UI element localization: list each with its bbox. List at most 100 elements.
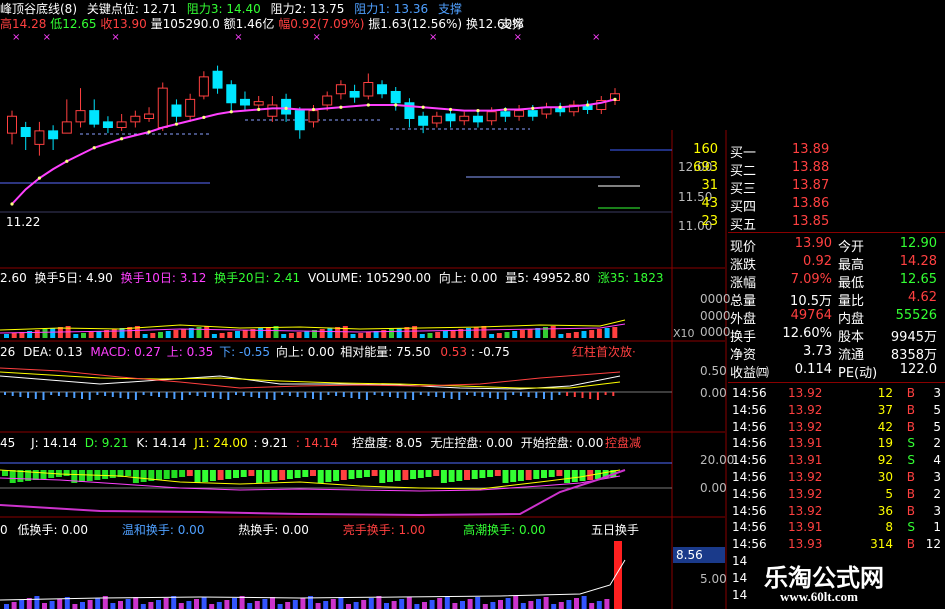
volume-bar xyxy=(4,334,9,338)
tick-row[interactable]: 14:56 13.93 314 B 12 xyxy=(728,537,945,554)
volume-bar xyxy=(96,331,102,338)
macd-bar xyxy=(612,392,615,396)
turnover-bar xyxy=(604,599,610,609)
tick-row[interactable]: 14:56 13.92 30 B 3 xyxy=(728,470,945,487)
tick-price: 13.92 xyxy=(788,419,823,434)
tick-row[interactable]: 14:56 13.91 8 S 1 xyxy=(728,520,945,537)
kdj-bar xyxy=(387,470,393,482)
tick-row[interactable]: 14:56 13.92 42 B 5 xyxy=(728,420,945,437)
kdj-bar xyxy=(440,470,447,483)
kdj-header-item: D: 9.21 xyxy=(84,436,129,450)
candle-body xyxy=(20,127,31,137)
macd-bar xyxy=(504,392,507,400)
turnover-bar xyxy=(460,601,465,609)
macd-bar xyxy=(543,392,545,399)
kdj-bar xyxy=(541,470,547,478)
kdj-bar xyxy=(548,470,555,477)
tick-row[interactable]: 14:56 13.91 92 S 4 xyxy=(728,453,945,470)
tick-row[interactable]: 14:56 13.91 19 S 2 xyxy=(728,436,945,453)
macd-bar xyxy=(573,392,576,397)
turnover-bar xyxy=(125,599,131,609)
turnover-bar xyxy=(216,602,222,609)
kdj-bar xyxy=(279,470,286,480)
ma-dot xyxy=(120,137,124,141)
turnover-bar xyxy=(558,602,564,609)
turnover-bar xyxy=(361,600,367,609)
macd-bar xyxy=(458,392,461,400)
tick-volume: 8 xyxy=(885,520,893,535)
tick-price: 13.92 xyxy=(788,386,823,400)
volume-bar xyxy=(265,327,271,338)
tick-row[interactable]: 14:56 13.92 5 B 2 xyxy=(728,487,945,504)
turnover-bar xyxy=(34,596,40,609)
vol-scale-label: X10 xyxy=(673,327,695,340)
turnover-bar xyxy=(384,603,389,609)
ma-dot xyxy=(421,105,425,109)
tick-row[interactable]: 14:56 13.92 37 B 5 xyxy=(728,403,945,420)
candle-body xyxy=(212,70,223,89)
turnover-bar xyxy=(475,597,481,609)
kdj-bar xyxy=(487,470,494,477)
candle-body xyxy=(185,98,196,117)
tick-count: 3 xyxy=(933,470,941,484)
turnover-bar xyxy=(399,599,405,609)
candle-body xyxy=(116,121,127,128)
turnover-bar xyxy=(270,597,275,609)
turn-header-item: 低换手: 0.00 xyxy=(17,523,89,537)
macd-bar xyxy=(296,392,299,397)
ma-dot xyxy=(257,107,261,112)
volume-bar xyxy=(581,331,587,338)
close-value: 收13.90 xyxy=(100,17,147,31)
tick-price: 13.92 xyxy=(788,503,823,518)
candle-body xyxy=(102,121,113,128)
volume-bar xyxy=(489,334,495,338)
vol-axis-label: 0000 xyxy=(700,309,731,323)
turnover-box-value: 8.56 xyxy=(676,548,703,562)
turnover-ma-line xyxy=(0,559,626,601)
candle-body xyxy=(48,130,59,140)
kdj-header-item: 无庄控盘: 0.00 xyxy=(430,436,513,450)
candle-body xyxy=(171,104,182,117)
stat-row: 涨幅 7.09% 最低 12.65 xyxy=(728,272,945,291)
turnover-bar xyxy=(551,604,557,609)
ma-dot xyxy=(10,202,14,206)
volume-bar xyxy=(466,328,471,338)
turnover-bar xyxy=(247,603,253,609)
header-item: 阻力2: 13.75 xyxy=(270,2,345,16)
turnover-bar xyxy=(254,601,260,609)
macd-bar xyxy=(327,392,330,395)
candle-body xyxy=(89,110,100,125)
turnover-bar xyxy=(490,602,496,609)
turnover-bar xyxy=(346,604,351,609)
tick-price: 13.93 xyxy=(788,537,823,552)
volume-bar xyxy=(196,327,202,338)
vol-header-item: 换手20日: 2.41 xyxy=(214,271,301,285)
kdj-bar xyxy=(333,470,340,481)
kdj-bar xyxy=(533,470,540,479)
macd-bar xyxy=(589,392,592,399)
candle-body xyxy=(294,110,305,131)
bid-price: 13.88 xyxy=(792,160,830,175)
tick-row[interactable]: 14:56 13.92 36 B 3 xyxy=(728,504,945,521)
volume-bar xyxy=(211,334,217,338)
macd-bar xyxy=(342,392,345,397)
macd-bar xyxy=(4,392,6,395)
stat-label: 股本 xyxy=(838,330,865,345)
vol-header-item: 2.60 xyxy=(0,271,27,285)
turnover-bar xyxy=(57,599,63,609)
tick-price: 13.92 xyxy=(788,470,823,484)
tick-row[interactable]: 14:56 13.92 12 B 3 xyxy=(728,386,945,403)
tick-price: 13.92 xyxy=(788,402,823,417)
turnover-bar xyxy=(513,596,519,609)
stat-label: PE(动) xyxy=(838,366,878,381)
kdj-bar xyxy=(156,470,162,480)
low-price-label: 11.22 xyxy=(6,215,41,229)
stat-label: 涨幅 xyxy=(730,276,757,291)
volume-bar xyxy=(504,332,510,338)
turn-header-item: 亮手换手: 1.00 xyxy=(342,523,426,537)
kdj-bar xyxy=(502,470,509,483)
turnover-bar xyxy=(262,599,268,609)
kdj-bar xyxy=(310,470,316,476)
kdj-bar xyxy=(171,470,178,478)
candle-body xyxy=(431,115,442,124)
